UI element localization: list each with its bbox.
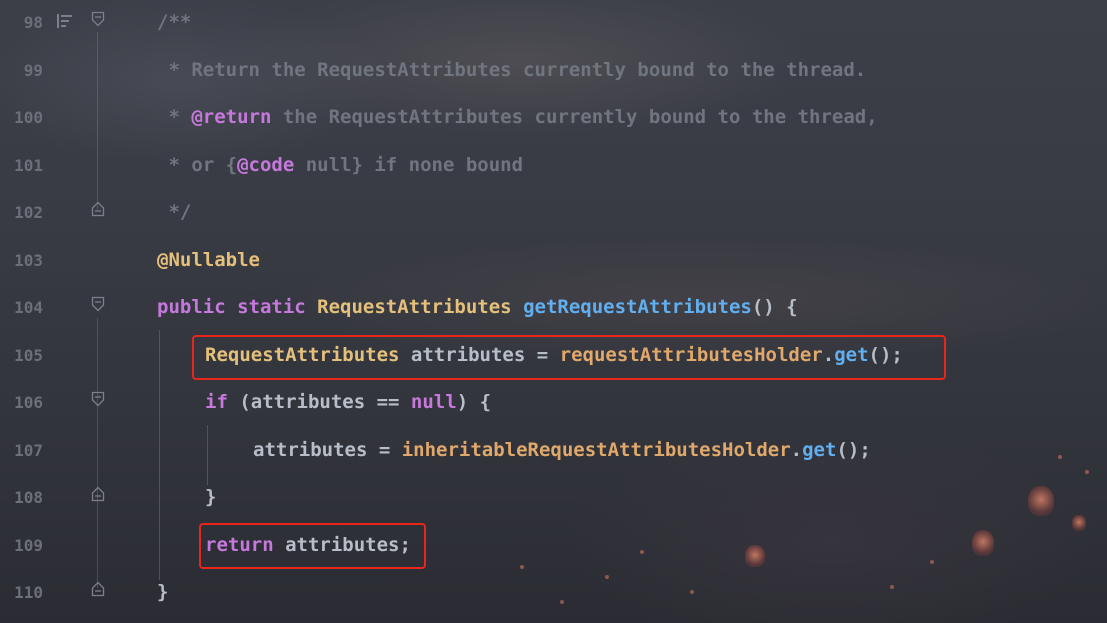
code-token: (attributes == (239, 391, 411, 413)
line-number[interactable]: 98 (0, 13, 43, 32)
code-token: . (790, 438, 803, 461)
code-token: @code (237, 153, 295, 176)
code-line[interactable]: 103 @Nullable (0, 238, 1107, 286)
highlight-box-line-109 (199, 523, 426, 569)
code-token: the RequestAttributes currently bound to… (271, 106, 878, 128)
line-number[interactable]: 109 (0, 536, 43, 555)
code-token: @Nullable (157, 248, 260, 271)
code-line[interactable]: 102 */ (0, 190, 1107, 238)
code-line[interactable]: 110} (0, 570, 1107, 618)
fold-close-icon[interactable] (91, 201, 105, 217)
code-text[interactable]: * Return the RequestAttributes currently… (157, 57, 866, 83)
code-line[interactable]: 98 /** (0, 0, 1107, 48)
code-token: attributes = (253, 438, 402, 461)
code-token: * (157, 106, 192, 128)
code-line[interactable]: 109 return attributes; (0, 523, 1107, 571)
code-token: */ (157, 201, 192, 223)
code-line[interactable]: 101 * or {@code null} if none bound (0, 143, 1107, 191)
code-token: null (410, 391, 457, 413)
code-text[interactable]: } (205, 484, 216, 510)
code-token: RequestAttributes (317, 296, 524, 318)
code-line[interactable]: 104 public static RequestAttributes getRe… (0, 285, 1107, 333)
code-token: public static (157, 296, 318, 318)
code-token: } (205, 486, 217, 508)
highlight-box-line-105 (192, 335, 946, 380)
code-token: } (157, 581, 169, 603)
code-token: @return (191, 106, 272, 128)
code-token: if (205, 391, 240, 413)
fold-open-icon[interactable] (91, 11, 105, 27)
line-number[interactable]: 99 (0, 61, 43, 80)
code-line[interactable]: 99 * Return the RequestAttributes curren… (0, 48, 1107, 96)
code-token: * Return the RequestAttributes currently… (157, 58, 867, 81)
code-line[interactable]: 100 * @return the RequestAttributes curr… (0, 95, 1107, 143)
line-number[interactable]: 104 (0, 298, 43, 317)
line-number[interactable]: 102 (0, 203, 43, 222)
line-number[interactable]: 103 (0, 251, 43, 270)
fold-close-icon[interactable] (91, 581, 105, 597)
code-token: getRequestAttributes (523, 296, 752, 318)
code-token: null} if none bound (294, 153, 524, 176)
code-line[interactable]: 106 if (attributes == null) { (0, 380, 1107, 428)
code-text[interactable]: /** (157, 9, 191, 35)
line-number[interactable]: 105 (0, 346, 43, 365)
code-text[interactable]: * @return the RequestAttributes currentl… (157, 104, 878, 130)
code-line[interactable]: 108} (0, 475, 1107, 523)
code-text[interactable]: @Nullable (157, 247, 260, 273)
code-text[interactable]: } (157, 579, 168, 605)
code-token: /** (157, 11, 192, 33)
code-text[interactable]: */ (157, 199, 191, 225)
code-token: (); (836, 438, 871, 461)
code-token: inheritableRequestAttributesHolder (401, 438, 791, 461)
fold-open-icon[interactable] (91, 296, 105, 312)
line-number[interactable]: 110 (0, 583, 43, 602)
code-text[interactable]: if (attributes == null) { (205, 389, 491, 415)
code-line[interactable]: 107 attributes = inheritableRequestAttrib… (0, 428, 1107, 476)
line-number[interactable]: 100 (0, 108, 43, 127)
code-token: () { (751, 296, 798, 318)
line-number[interactable]: 106 (0, 393, 43, 412)
code-token: ) { (456, 391, 492, 413)
line-number[interactable]: 108 (0, 488, 43, 507)
code-text[interactable]: * or {@code null} if none bound (157, 152, 523, 178)
code-text[interactable]: public static RequestAttributes getReque… (157, 294, 798, 320)
bookmark-lines-icon[interactable] (57, 13, 73, 28)
code-text[interactable]: attributes = inheritableRequestAttribute… (253, 437, 871, 463)
line-number[interactable]: 107 (0, 441, 43, 460)
code-token: * or { (157, 153, 238, 176)
code-token: get (802, 438, 837, 461)
line-number[interactable]: 101 (0, 156, 43, 175)
fold-close-icon[interactable] (91, 486, 105, 502)
fold-open-icon[interactable] (91, 391, 105, 407)
